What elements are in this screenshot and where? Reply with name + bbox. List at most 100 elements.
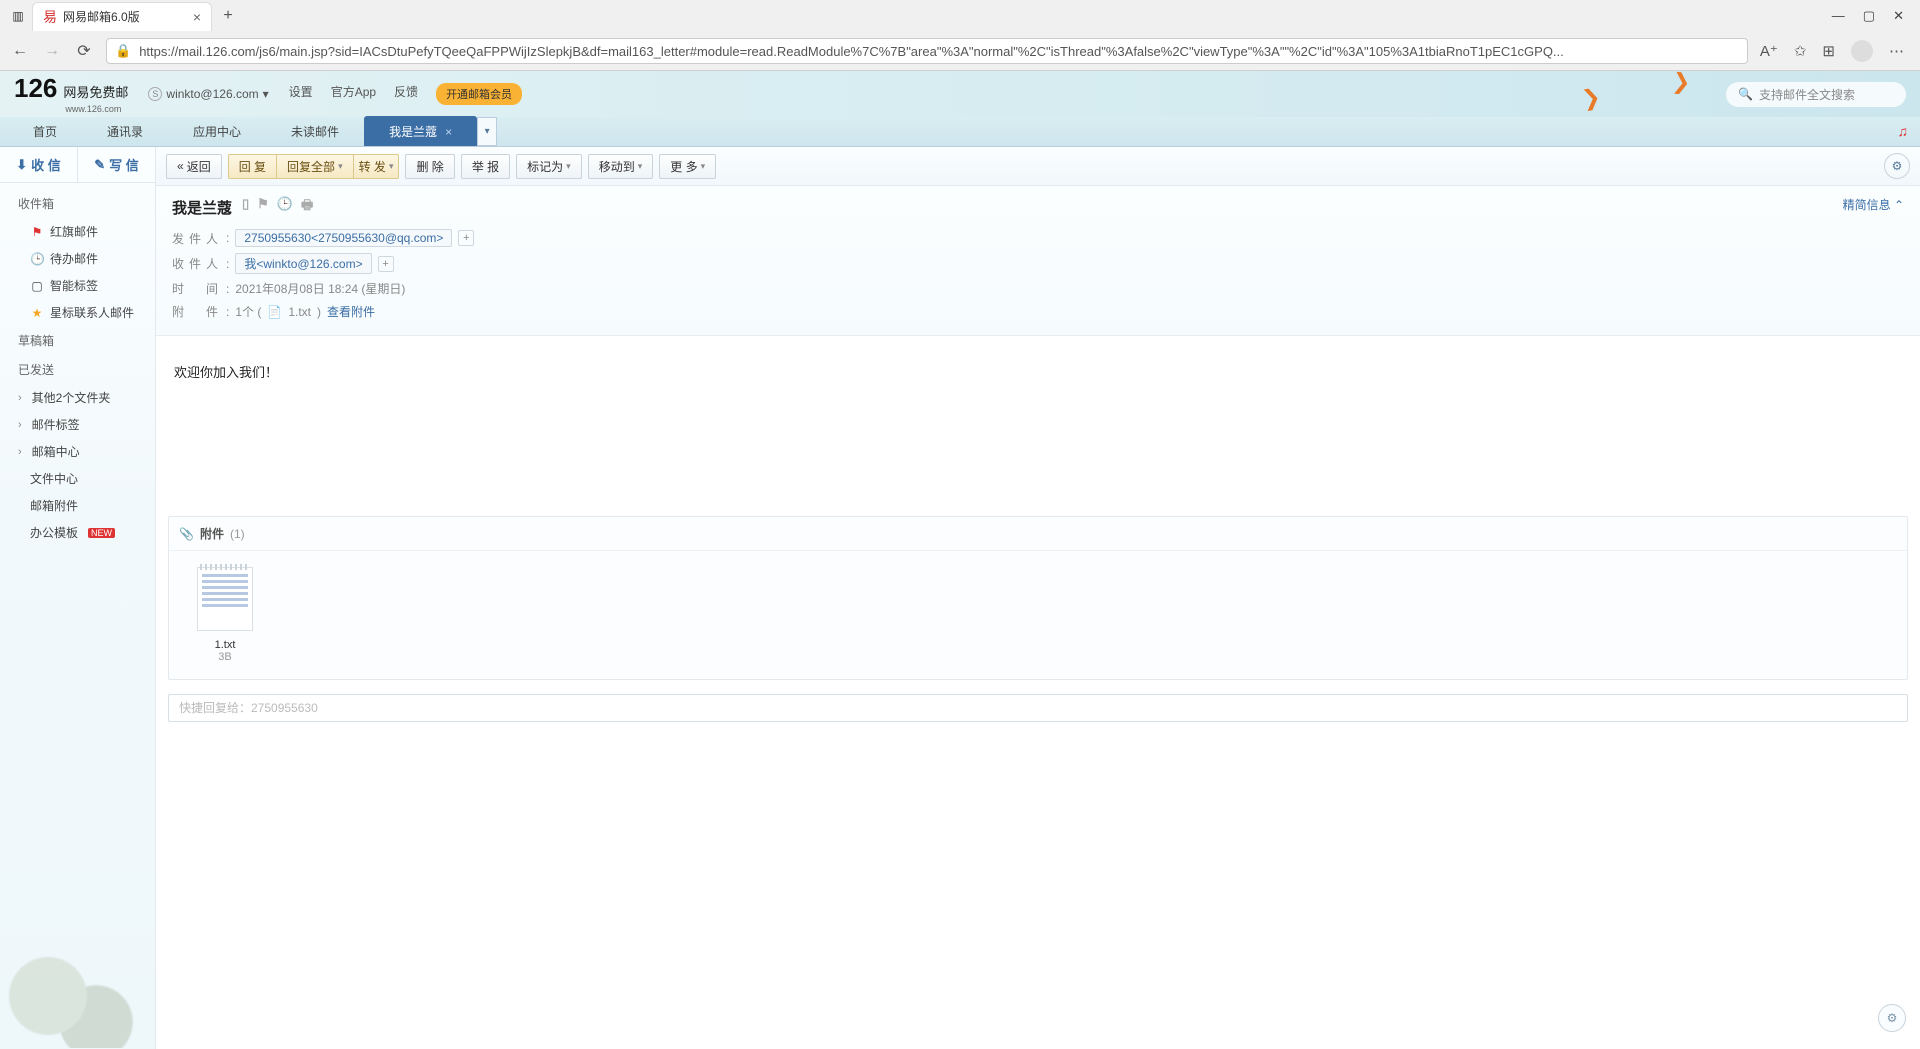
reply-all-button[interactable]: 回复全部 ▾ bbox=[277, 154, 354, 179]
sidebar-item-files[interactable]: 文件中心 bbox=[0, 465, 155, 492]
minimize-icon[interactable]: — bbox=[1832, 8, 1845, 24]
logo-text: 网易免费邮 bbox=[63, 85, 128, 100]
compose-button[interactable]: ✎写 信 bbox=[77, 147, 155, 182]
quick-reply-input[interactable] bbox=[168, 694, 1908, 722]
quick-reply bbox=[168, 694, 1908, 722]
link-settings[interactable]: 设置 bbox=[289, 83, 313, 105]
sidebar-item-center[interactable]: 邮箱中心 bbox=[0, 438, 155, 465]
sidebar-item-smart[interactable]: ▢智能标签 bbox=[0, 272, 155, 299]
view-attachment-link[interactable]: 查看附件 bbox=[327, 303, 375, 320]
back-icon[interactable]: ← bbox=[10, 42, 30, 60]
window-controls: — ▢ ✕ bbox=[1832, 8, 1912, 24]
music-icon[interactable]: ♫ bbox=[1898, 123, 1909, 139]
maximize-icon[interactable]: ▢ bbox=[1863, 8, 1875, 24]
tab-unread[interactable]: 未读邮件 bbox=[266, 116, 364, 146]
spam-button[interactable]: 举 报 bbox=[461, 154, 510, 179]
sidebar-item-starred[interactable]: ★星标联系人邮件 bbox=[0, 299, 155, 326]
back-button[interactable]: « 返回 bbox=[166, 154, 222, 179]
sidebar-item-attach[interactable]: 邮箱附件 bbox=[0, 492, 155, 519]
chevron-down-icon: ▾ bbox=[701, 161, 706, 172]
flag-icon[interactable]: ⚑ bbox=[257, 196, 269, 218]
sidebar-item-tags[interactable]: 邮件标签 bbox=[0, 411, 155, 438]
sidebar-item-todo[interactable]: 🕒待办邮件 bbox=[0, 245, 155, 272]
message-body: 欢迎你加入我们！ bbox=[156, 336, 1920, 516]
account-badge-icon: S bbox=[148, 87, 162, 101]
url-field[interactable]: 🔒 https://mail.126.com/js6/main.jsp?sid=… bbox=[106, 38, 1748, 64]
read-aloud-icon[interactable]: A⁺ bbox=[1760, 42, 1778, 60]
more-icon[interactable]: ⋯ bbox=[1889, 42, 1904, 60]
url-text: https://mail.126.com/js6/main.jsp?sid=IA… bbox=[139, 44, 1564, 59]
mail-header: 126 网易免费邮 www.126.com S winkto@126.com ▾… bbox=[0, 71, 1920, 117]
message-header: 精简信息 ⌃ 我是兰蔻 ▯ ⚑ 🕒 🖶 发件人: 2750955630<2750… bbox=[156, 186, 1920, 336]
forward-button[interactable]: 转 发 ▾ bbox=[354, 154, 400, 179]
attachment-name: 1.txt bbox=[185, 639, 265, 651]
new-tab-button[interactable]: + bbox=[216, 7, 240, 25]
address-bar: ← → ⟳ 🔒 https://mail.126.com/js6/main.js… bbox=[0, 32, 1920, 70]
logo-subtext: www.126.com bbox=[65, 104, 121, 114]
collections-icon[interactable]: ⊞ bbox=[1822, 42, 1835, 60]
browser-chrome: ▥ 易 网易邮箱6.0版 × + — ▢ ✕ ← → ⟳ 🔒 https://m… bbox=[0, 0, 1920, 71]
header-links: 设置 官方App 反馈 开通邮箱会员 bbox=[289, 83, 522, 105]
link-feedback[interactable]: 反馈 bbox=[394, 83, 418, 105]
clock-icon[interactable]: 🕒 bbox=[277, 196, 293, 218]
decor-bird-icon: ❯ bbox=[1579, 84, 1602, 113]
browser-tab[interactable]: 易 网易邮箱6.0版 × bbox=[32, 2, 212, 31]
sidebar-item-drafts[interactable]: 草稿箱 bbox=[0, 326, 155, 355]
tab-apps[interactable]: 应用中心 bbox=[168, 116, 266, 146]
sidebar-item-sent[interactable]: 已发送 bbox=[0, 355, 155, 384]
mark-button[interactable]: 标记为 ▾ bbox=[516, 154, 582, 179]
chevron-down-icon: ▾ bbox=[566, 161, 571, 172]
favorites-icon[interactable]: ✩ bbox=[1794, 42, 1807, 60]
reload-icon[interactable]: ⟳ bbox=[74, 41, 94, 61]
simple-info-toggle[interactable]: 精简信息 ⌃ bbox=[1843, 196, 1904, 213]
attachment-thumb bbox=[197, 567, 253, 631]
sidebar-inbox-head[interactable]: 收件箱 bbox=[0, 189, 155, 218]
attachment-size: 3B bbox=[185, 651, 265, 663]
add-contact-icon[interactable]: + bbox=[458, 230, 474, 246]
star-icon: ★ bbox=[30, 306, 44, 320]
search-placeholder: 支持邮件全文搜索 bbox=[1759, 86, 1855, 103]
bookmark-icon[interactable]: ▯ bbox=[242, 196, 249, 218]
tab-dropdown[interactable]: ▾ bbox=[477, 117, 497, 146]
tab-current-mail[interactable]: 我是兰蔻× bbox=[364, 116, 477, 146]
clock-icon: 🕒 bbox=[30, 252, 44, 266]
favicon-icon: 易 bbox=[43, 7, 57, 27]
close-window-icon[interactable]: ✕ bbox=[1893, 8, 1904, 24]
tab-overview-icon[interactable]: ▥ bbox=[8, 6, 28, 26]
attachment-item[interactable]: 1.txt 3B bbox=[185, 567, 265, 663]
tab-home[interactable]: 首页 bbox=[8, 116, 82, 146]
gear-icon[interactable]: ⚙ bbox=[1884, 153, 1910, 179]
account-menu[interactable]: S winkto@126.com ▾ bbox=[148, 87, 268, 101]
to-chip[interactable]: 我<winkto@126.com> bbox=[235, 253, 371, 274]
vip-button[interactable]: 开通邮箱会员 bbox=[436, 83, 522, 105]
main-tabs: 首页 通讯录 应用中心 未读邮件 我是兰蔻× ▾ ♫ bbox=[0, 117, 1920, 147]
from-chip[interactable]: 2750955630<2750955630@qq.com> bbox=[235, 229, 452, 247]
more-button[interactable]: 更 多 ▾ bbox=[659, 154, 716, 179]
profile-avatar[interactable] bbox=[1851, 40, 1873, 62]
chevron-down-icon: ▾ bbox=[389, 161, 394, 172]
link-official-app[interactable]: 官方App bbox=[331, 83, 376, 105]
delete-button[interactable]: 删 除 bbox=[405, 154, 454, 179]
close-icon[interactable]: × bbox=[193, 9, 201, 25]
reply-button[interactable]: 回 复 bbox=[228, 154, 277, 179]
chevron-down-icon: ▾ bbox=[638, 161, 643, 172]
receive-button[interactable]: ⬇收 信 bbox=[0, 147, 77, 182]
logo[interactable]: 126 网易免费邮 www.126.com bbox=[14, 73, 128, 115]
sidebar-item-redflag[interactable]: ⚑红旗邮件 bbox=[0, 218, 155, 245]
tab-contacts[interactable]: 通讯录 bbox=[82, 116, 168, 146]
close-tab-icon[interactable]: × bbox=[445, 125, 452, 139]
move-button[interactable]: 移动到 ▾ bbox=[588, 154, 654, 179]
sidebar-item-templates[interactable]: 办公模板NEW bbox=[0, 519, 155, 546]
add-contact-icon[interactable]: + bbox=[378, 256, 394, 272]
flag-icon: ⚑ bbox=[30, 225, 44, 239]
sidebar: ⬇收 信 ✎写 信 收件箱 ⚑红旗邮件 🕒待办邮件 ▢智能标签 ★星标联系人邮件… bbox=[0, 147, 156, 1049]
search-input[interactable]: 🔍 支持邮件全文搜索 bbox=[1726, 82, 1906, 107]
print-icon[interactable]: 🖶 bbox=[301, 196, 313, 218]
floating-gear-icon[interactable]: ⚙ bbox=[1878, 1004, 1906, 1032]
content-area: « 返回 回 复 回复全部 ▾ 转 发 ▾ 删 除 举 报 标记为 ▾ 移动到 … bbox=[156, 147, 1920, 1049]
file-icon: 📄 bbox=[267, 305, 282, 319]
browser-tab-bar: ▥ 易 网易邮箱6.0版 × + — ▢ ✕ bbox=[0, 0, 1920, 32]
sidebar-item-other[interactable]: 其他2个文件夹 bbox=[0, 384, 155, 411]
compose-icon: ✎ bbox=[94, 157, 105, 173]
mail-toolbar: « 返回 回 复 回复全部 ▾ 转 发 ▾ 删 除 举 报 标记为 ▾ 移动到 … bbox=[156, 147, 1920, 186]
